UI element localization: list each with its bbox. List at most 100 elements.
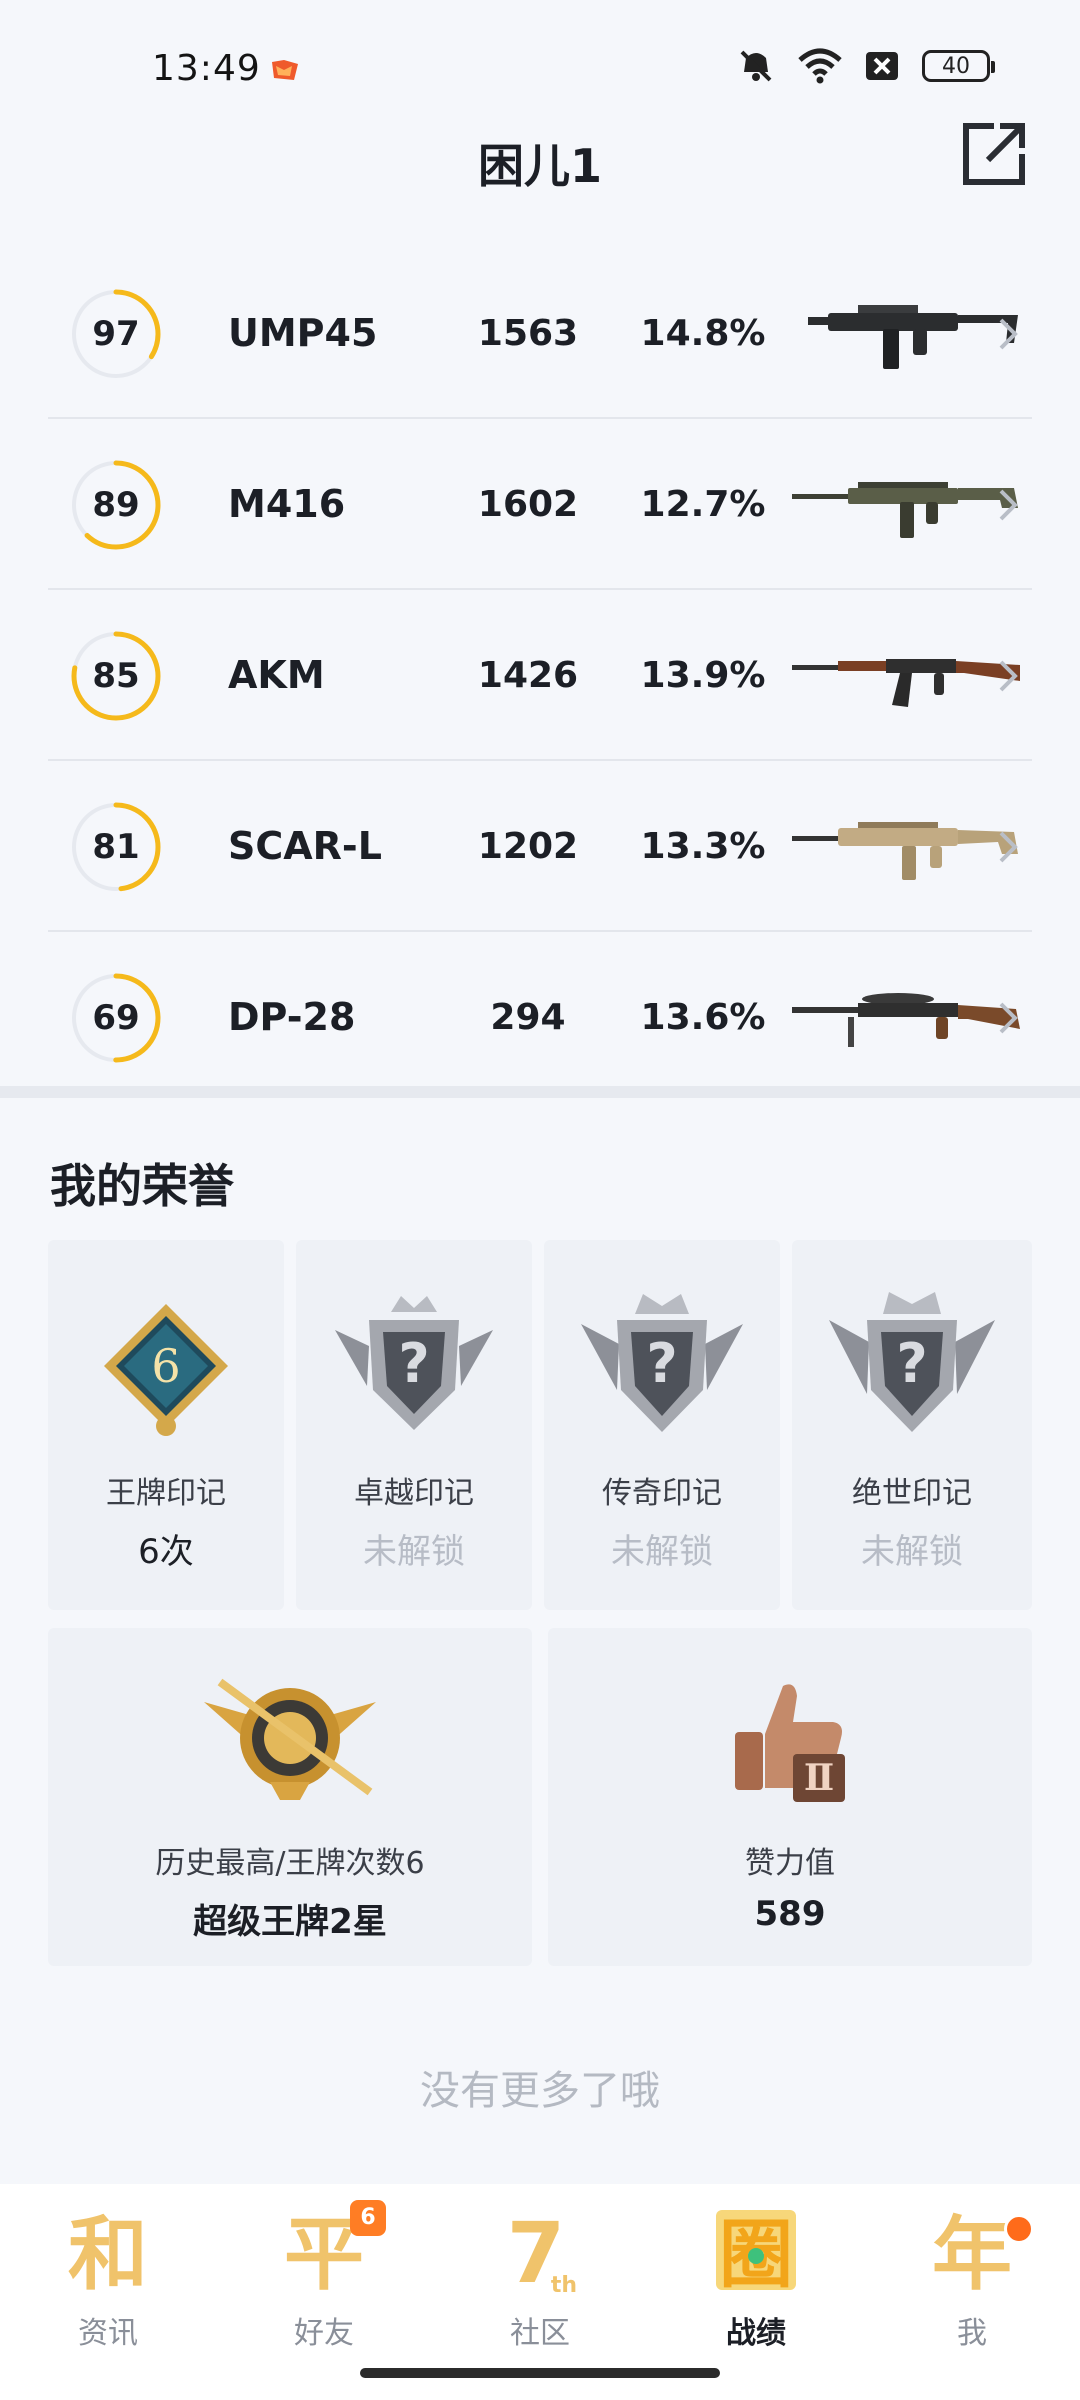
weapon-row[interactable]: 69 DP-28 294 13.6%	[48, 932, 1032, 1103]
nav-label: 资讯	[78, 2316, 138, 2351]
honor-card-highest-rank[interactable]: 历史最高/王牌次数6 超级王牌2星	[48, 1628, 532, 1966]
community-tab-icon: 7 th	[507, 2204, 577, 2300]
question-mark: ?	[896, 1332, 927, 1395]
honor-section-title: 我的荣誉	[50, 1159, 234, 1213]
weapon-rate: 14.8%	[640, 313, 766, 354]
nav-label: 社区	[510, 2316, 570, 2351]
honor-card-likes[interactable]: Ⅱ 赞力值 589	[548, 1628, 1032, 1966]
stats-tab-icon: 圈	[716, 2210, 796, 2298]
ace-mark-number: 6	[151, 1339, 180, 1393]
mark-label: 传奇印记	[602, 1476, 722, 1511]
dp28-lmg-image	[792, 993, 1020, 1047]
weapon-kills: 1563	[477, 313, 579, 354]
nav-label: 我	[957, 2316, 987, 2351]
weapon-kills: 1202	[477, 826, 579, 867]
weapon-name: DP-28	[228, 995, 356, 1039]
score-ring: 97	[68, 286, 164, 382]
weapon-row[interactable]: 89 M416 1602 12.7%	[48, 419, 1032, 590]
score-ring: 69	[68, 970, 164, 1066]
m416-rifle-image	[792, 482, 1018, 538]
weapon-kills: 1602	[477, 484, 579, 525]
mark-label: 绝世印记	[852, 1476, 972, 1511]
weapon-rate: 13.6%	[640, 997, 766, 1038]
weapon-rate: 12.7%	[640, 484, 766, 525]
question-mark: ?	[646, 1332, 677, 1395]
nav-glyph: 和	[68, 2208, 148, 2300]
rank-emblem	[204, 1678, 376, 1800]
ump45-smg-image	[808, 305, 1018, 369]
likes-tier-glyph: Ⅱ	[804, 1757, 834, 1799]
app-notification-icon	[272, 60, 298, 80]
mark-value: 6次	[138, 1532, 194, 1572]
notification-dot	[1004, 2214, 1034, 2244]
honor-card-ace-mark[interactable]: 6 王牌印记 6次	[48, 1240, 284, 1610]
score-value: 97	[92, 314, 140, 354]
weapon-name: M416	[228, 482, 346, 526]
nav-item-community[interactable]: 7 th 社区	[470, 2200, 610, 2380]
mute-icon	[740, 50, 772, 82]
weapon-rate: 13.3%	[640, 826, 766, 867]
share-icon[interactable]	[960, 120, 1028, 188]
honor-card-legend-mark[interactable]: ? 传奇印记 未解锁	[544, 1240, 780, 1610]
sim-off-icon	[866, 52, 898, 80]
nav-label: 战绩	[726, 2316, 786, 2351]
mark-label: 王牌印记	[106, 1476, 226, 1511]
mark-value: 未解锁	[611, 1532, 713, 1572]
wifi-icon	[798, 48, 842, 84]
weapon-name: AKM	[228, 653, 325, 697]
chevron-right-icon	[999, 1002, 1018, 1034]
summary-label: 历史最高/王牌次数6	[155, 1846, 425, 1881]
status-icons: 40	[736, 48, 995, 84]
score-value: 85	[92, 656, 140, 696]
honor-card-excellence-mark[interactable]: ? 卓越印记 未解锁	[296, 1240, 532, 1610]
score-value: 81	[92, 827, 140, 867]
nav-label: 好友	[294, 2316, 354, 2351]
weapon-kills: 1426	[477, 655, 579, 696]
summary-value: 超级王牌2星	[193, 1902, 387, 1942]
battery-icon: 40	[922, 50, 995, 82]
score-ring: 85	[68, 628, 164, 724]
locked-mark-emblem: ?	[829, 1292, 995, 1432]
chevron-right-icon	[999, 318, 1018, 350]
nav-item-me[interactable]: 年 我	[902, 2200, 1042, 2380]
weapon-kills: 294	[490, 997, 566, 1038]
nav-item-news[interactable]: 和 资讯	[38, 2200, 178, 2380]
weapon-row[interactable]: 81 SCAR-L 1202 13.3%	[48, 761, 1032, 932]
locked-mark-emblem: ?	[335, 1296, 493, 1430]
ace-mark-emblem: 6	[104, 1304, 228, 1436]
score-value: 69	[92, 998, 140, 1038]
weapon-list: 97 UMP45 1563 14.8% 89 M416 1602 12.7% 8…	[48, 248, 1032, 1103]
weapon-row[interactable]: 97 UMP45 1563 14.8%	[48, 248, 1032, 419]
news-tab-icon: 和	[68, 2208, 148, 2300]
mark-value: 未解锁	[363, 1532, 465, 1572]
question-mark: ?	[398, 1332, 429, 1395]
battery-level: 40	[942, 53, 970, 79]
summary-value: 589	[754, 1894, 826, 1934]
akm-rifle-image	[792, 659, 1020, 707]
weapon-row[interactable]: 85 AKM 1426 13.9%	[48, 590, 1032, 761]
honor-card-peerless-mark[interactable]: ? 绝世印记 未解锁	[792, 1240, 1032, 1610]
chevron-right-icon	[999, 660, 1018, 692]
score-ring: 89	[68, 457, 164, 553]
home-indicator[interactable]	[360, 2368, 720, 2378]
chevron-right-icon	[999, 489, 1018, 521]
nav-glyph-sub: th	[551, 2273, 577, 2298]
me-tab-icon: 年	[932, 2208, 1012, 2300]
weapon-rate: 13.9%	[640, 655, 766, 696]
section-divider	[0, 1086, 1080, 1098]
scar-l-rifle-image	[792, 822, 1018, 880]
nav-item-stats[interactable]: 圈 战绩	[686, 2200, 826, 2380]
friends-badge: 6	[350, 2200, 386, 2236]
end-of-list-text: 没有更多了哦	[420, 2068, 660, 2114]
thumbs-up-icon: Ⅱ	[735, 1684, 845, 1802]
status-time: 13:49	[152, 48, 261, 89]
mark-label: 卓越印记	[354, 1476, 474, 1511]
score-ring: 81	[68, 799, 164, 895]
nav-item-friends[interactable]: 平 6 好友	[254, 2200, 394, 2380]
mark-value: 未解锁	[861, 1532, 963, 1572]
status-bar: 13:49 40	[0, 0, 1080, 130]
chevron-right-icon	[999, 831, 1018, 863]
weapon-name: UMP45	[228, 311, 378, 355]
locked-mark-emblem: ?	[581, 1294, 743, 1432]
nav-glyph: 年	[932, 2208, 1012, 2300]
